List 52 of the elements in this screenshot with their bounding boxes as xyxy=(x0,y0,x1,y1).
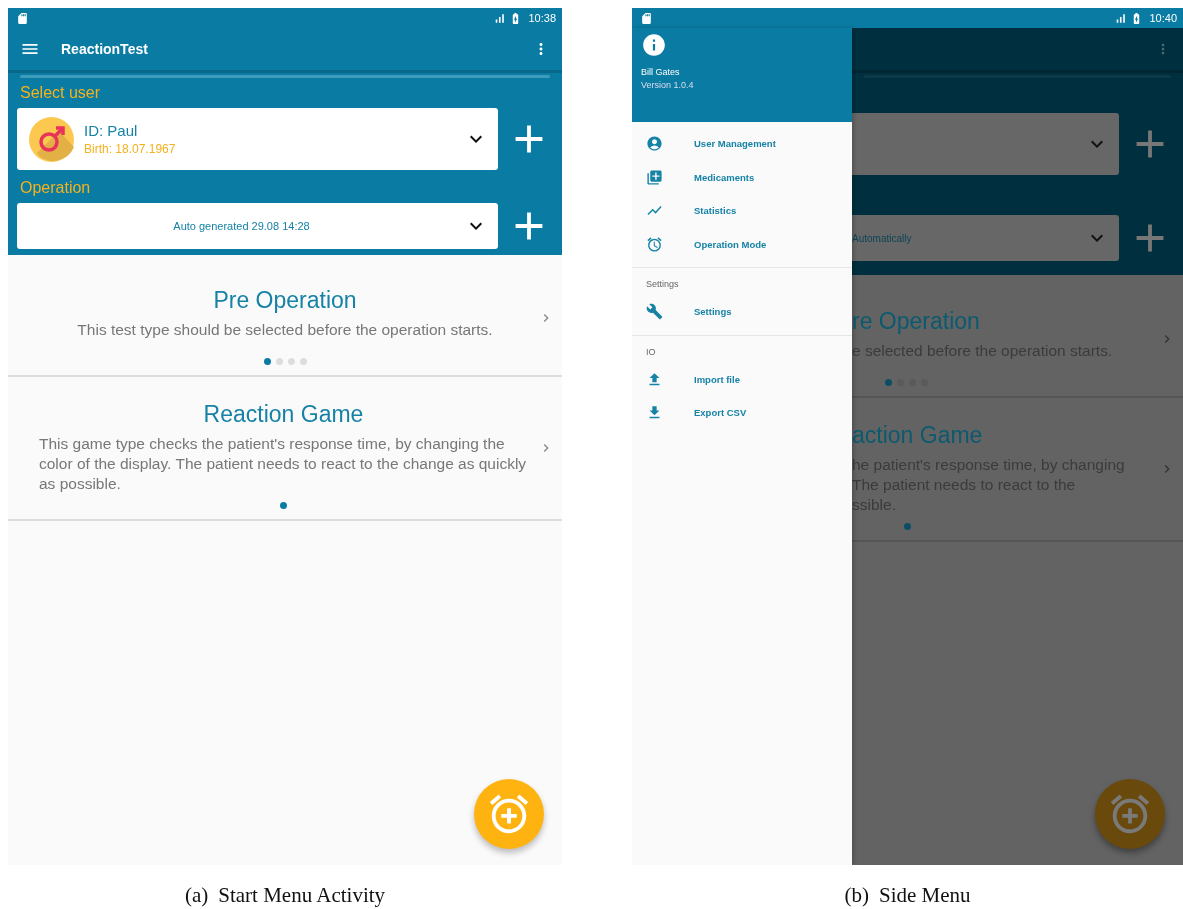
user-id: ID: Paul xyxy=(84,122,139,139)
menu-item[interactable]: User Management xyxy=(632,127,852,161)
sd-card-icon xyxy=(16,11,29,25)
section-label: Select user xyxy=(20,84,102,102)
section-label: Operation xyxy=(20,179,92,197)
test-type-title: re Operation xyxy=(852,308,981,335)
figure-label: (b) xyxy=(844,883,869,908)
figure-caption: Side Menu xyxy=(878,883,971,908)
figure-label: (a) xyxy=(184,883,209,908)
add-alarm-button[interactable] xyxy=(474,779,544,849)
menu-section-title: Settings xyxy=(645,278,680,291)
page-dot[interactable] xyxy=(904,523,911,530)
test-type-card[interactable]: Reaction Game This game type checks the patient's response time, by changing the color of the display. The patient needs to react to the change as quickly as possible. xyxy=(8,377,562,521)
user-name: Bill Gates xyxy=(641,67,681,77)
test-type-title: action Game xyxy=(852,422,984,449)
test-type-description: This game type checks the patient's response time, by changing the color of the display. The patient needs to react to the change as quickly as possible. xyxy=(39,434,528,494)
male-symbol-icon xyxy=(29,116,74,162)
page-dot[interactable] xyxy=(299,358,307,365)
clock: 10:38 xyxy=(528,12,556,24)
user-dropdown[interactable]: ID: Paul Birth: 18.07.1967 xyxy=(17,108,498,170)
wrench-icon xyxy=(646,303,663,321)
test-type-description: This test type should be selected before the operation starts. xyxy=(76,320,494,340)
menu-item[interactable]: Statistics xyxy=(632,194,852,228)
page-dot[interactable] xyxy=(275,358,283,365)
clock: 10:40 xyxy=(1149,12,1177,24)
operation-dropdown[interactable]: Auto generated 29.08 14:28 xyxy=(17,203,498,249)
operation-value: Auto generated 29.08 14:28 xyxy=(172,220,311,232)
figure-caption: Start Menu Activity xyxy=(218,883,386,908)
test-type-title: Pre Operation xyxy=(212,287,358,314)
menu-item[interactable]: Import file xyxy=(632,362,852,396)
operation-value: Automatically xyxy=(852,232,913,244)
user-icon xyxy=(646,135,663,153)
menu-item[interactable]: Medicaments xyxy=(632,160,852,194)
page-dot[interactable] xyxy=(287,358,295,365)
app-title: ReactionTest xyxy=(61,41,148,57)
menu-item[interactable]: Operation Mode xyxy=(632,227,852,261)
test-type-card[interactable]: Pre Operation This test type should be selected before the operation starts. xyxy=(8,255,562,377)
page-dot[interactable] xyxy=(280,502,287,509)
menu-item[interactable]: Export CSV xyxy=(632,396,852,430)
alarm-clock-icon xyxy=(646,235,663,253)
page-dot[interactable] xyxy=(885,379,892,386)
sd-card-icon xyxy=(640,11,653,25)
menu-item[interactable]: Settings xyxy=(632,295,852,329)
menu-section-title: IO xyxy=(645,345,657,359)
info-icon xyxy=(641,32,667,58)
app-version: Version 1.0.4 xyxy=(641,80,695,90)
birth-date: Birth: 18.07.1967 xyxy=(84,142,177,156)
library-add-icon xyxy=(646,168,663,186)
test-type-title: Reaction Game xyxy=(202,401,365,428)
signal-icon xyxy=(1114,11,1128,25)
page-dot[interactable] xyxy=(263,358,271,365)
signal-icon xyxy=(493,11,507,25)
